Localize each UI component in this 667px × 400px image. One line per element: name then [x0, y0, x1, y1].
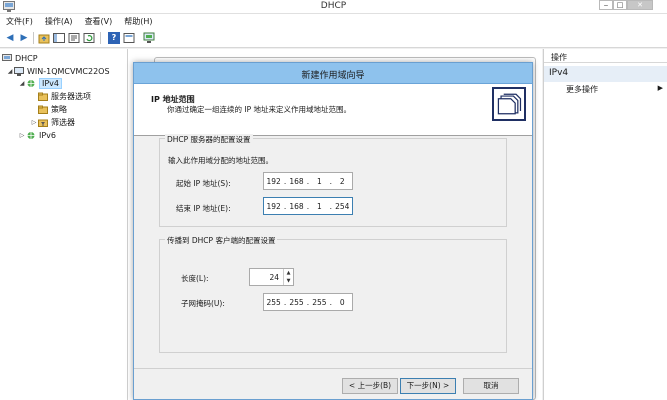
ip-octet: 0 — [339, 297, 345, 307]
menu-file[interactable]: 文件(F) — [0, 14, 39, 28]
tree-item-server[interactable]: ◢ WIN-1QMCVMC22OS — [6, 65, 110, 77]
refresh-icon[interactable] — [83, 32, 95, 44]
tree-label: 服务器选项 — [51, 91, 91, 101]
forward-icon[interactable]: ▶ — [18, 32, 30, 44]
tree-label: DHCP — [15, 53, 38, 63]
minimize-button[interactable]: ‒ — [599, 0, 613, 10]
subnet-mask-label: 子网掩码(U): — [181, 299, 225, 308]
dhcp-icon — [2, 53, 12, 61]
cancel-button[interactable]: 取消 — [463, 378, 519, 394]
tree-label: IPv6 — [39, 130, 57, 140]
range-prompt: 输入此作用域分配的地址范围。 — [168, 156, 273, 165]
tree-item-policies[interactable]: 策略 — [38, 103, 67, 115]
window-title: DHCP — [320, 1, 347, 11]
tree-item-server-options[interactable]: 服务器选项 — [38, 90, 91, 102]
maximize-button[interactable]: □ — [613, 0, 627, 10]
filter-folder-icon — [38, 119, 48, 127]
prefix-length-stepper[interactable]: 24 ▲ ▼ — [249, 268, 294, 286]
toolbar-separator — [100, 32, 101, 44]
title-bar: DHCP ‒ □ ✕ — [0, 0, 667, 14]
dialog-title: 新建作用域向导 — [134, 63, 532, 84]
collapse-icon[interactable]: ◢ — [18, 80, 26, 87]
ip-octet: 255 — [289, 297, 304, 307]
up-folder-icon[interactable] — [38, 32, 50, 44]
server-icon — [14, 66, 24, 76]
back-button[interactable]: < 上一步(B) — [342, 378, 398, 394]
wizard-folder-icon — [492, 87, 526, 121]
length-label: 长度(L): — [181, 274, 209, 283]
tree-item-ipv4[interactable]: ◢ IPv4 — [18, 77, 63, 89]
folder-icon — [38, 105, 48, 114]
folder-icon — [38, 92, 48, 101]
tree-item-filters[interactable]: ▷ 筛选器 — [30, 116, 75, 128]
ip-octet: 168 — [289, 201, 304, 211]
menu-bar: 文件(F) 操作(A) 查看(V) 帮助(H) — [0, 14, 667, 28]
more-actions-item[interactable]: 更多操作 ▶ — [544, 82, 667, 95]
wizard-header: IP 地址范围 你通过确定一组连续的 IP 地址来定义作用域地址范围。 — [134, 84, 532, 136]
ip-octet: 254 — [335, 201, 350, 211]
help-icon[interactable]: ? — [108, 32, 120, 44]
subnet-mask-input[interactable]: 255. 255. 255. 0 — [263, 293, 353, 311]
start-ip-label: 起始 IP 地址(S): — [176, 179, 231, 188]
ip-octet: 1 — [317, 201, 322, 211]
network-icon — [27, 79, 35, 87]
console-tree: DHCP ◢ WIN-1QMCVMC22OS ◢ IPv4 服务器选项 策略 ▷… — [0, 49, 128, 400]
actions-pane: 操作 IPv4 更多操作 ▶ — [543, 49, 667, 400]
end-ip-input[interactable]: 192. 168. 1. 254 — [263, 197, 353, 215]
client-config-group: 传播到 DHCP 客户端的配置设置 长度(L): 24 ▲ ▼ 子网掩码(U):… — [159, 235, 507, 353]
ip-octet: 255 — [312, 297, 327, 307]
menu-view[interactable]: 查看(V) — [79, 14, 119, 28]
collapse-icon[interactable]: ◢ — [6, 68, 14, 75]
ip-octet: 192 — [266, 176, 281, 186]
toolbar: ◀ ▶ ? — [0, 28, 667, 48]
next-button[interactable]: 下一步(N) > — [400, 378, 456, 394]
new-scope-wizard-dialog: 新建作用域向导 IP 地址范围 你通过确定一组连续的 IP 地址来定义作用域地址… — [133, 62, 533, 400]
spin-up-icon[interactable]: ▲ — [284, 269, 293, 277]
actions-section-ipv4[interactable]: IPv4 — [544, 66, 667, 82]
start-ip-input[interactable]: 192. 168. 1. 2 — [263, 172, 353, 190]
wizard-step-description: 你通过确定一组连续的 IP 地址来定义作用域地址范围。 — [167, 105, 352, 114]
stepper-buttons: ▲ ▼ — [283, 269, 293, 285]
network-icon — [27, 131, 35, 139]
toolbar-separator — [33, 32, 34, 44]
console-tree-icon[interactable] — [53, 32, 65, 44]
more-actions-label: 更多操作 — [566, 85, 598, 94]
tree-item-ipv6[interactable]: ▷ IPv6 — [18, 129, 56, 141]
close-button[interactable]: ✕ — [627, 0, 653, 10]
properties-sheet-icon[interactable] — [123, 32, 135, 44]
prefix-length-value: 24 — [269, 273, 279, 282]
tree-item-dhcp[interactable]: DHCP — [2, 52, 38, 64]
expand-icon[interactable]: ▷ — [18, 132, 26, 139]
properties-icon[interactable] — [68, 32, 80, 44]
button-separator — [134, 368, 532, 369]
expand-icon[interactable]: ▷ — [30, 119, 38, 126]
window-controls: ‒ □ ✕ — [599, 0, 653, 10]
spin-down-icon[interactable]: ▼ — [284, 277, 293, 285]
tree-label: WIN-1QMCVMC22OS — [27, 66, 110, 76]
tree-label: 策略 — [51, 104, 67, 114]
menu-action[interactable]: 操作(A) — [39, 14, 79, 28]
ip-octet: 168 — [289, 176, 304, 186]
tree-label: IPv4 — [39, 77, 63, 89]
server-config-group: DHCP 服务器的配置设置 输入此作用域分配的地址范围。 起始 IP 地址(S)… — [159, 134, 507, 227]
actions-header: 操作 — [544, 49, 667, 63]
end-ip-label: 结束 IP 地址(E): — [176, 204, 231, 213]
submenu-arrow-icon: ▶ — [657, 84, 663, 92]
ip-octet: 2 — [339, 176, 345, 186]
menu-help[interactable]: 帮助(H) — [118, 14, 158, 28]
ip-octet: 255 — [266, 297, 281, 307]
group-legend: 传播到 DHCP 客户端的配置设置 — [165, 235, 278, 246]
group-legend: DHCP 服务器的配置设置 — [165, 134, 253, 145]
back-icon[interactable]: ◀ — [4, 32, 16, 44]
tree-label: 筛选器 — [51, 117, 75, 127]
ip-octet: 1 — [317, 176, 322, 186]
server-monitor-icon[interactable] — [143, 32, 155, 44]
ip-octet: 192 — [266, 201, 281, 211]
